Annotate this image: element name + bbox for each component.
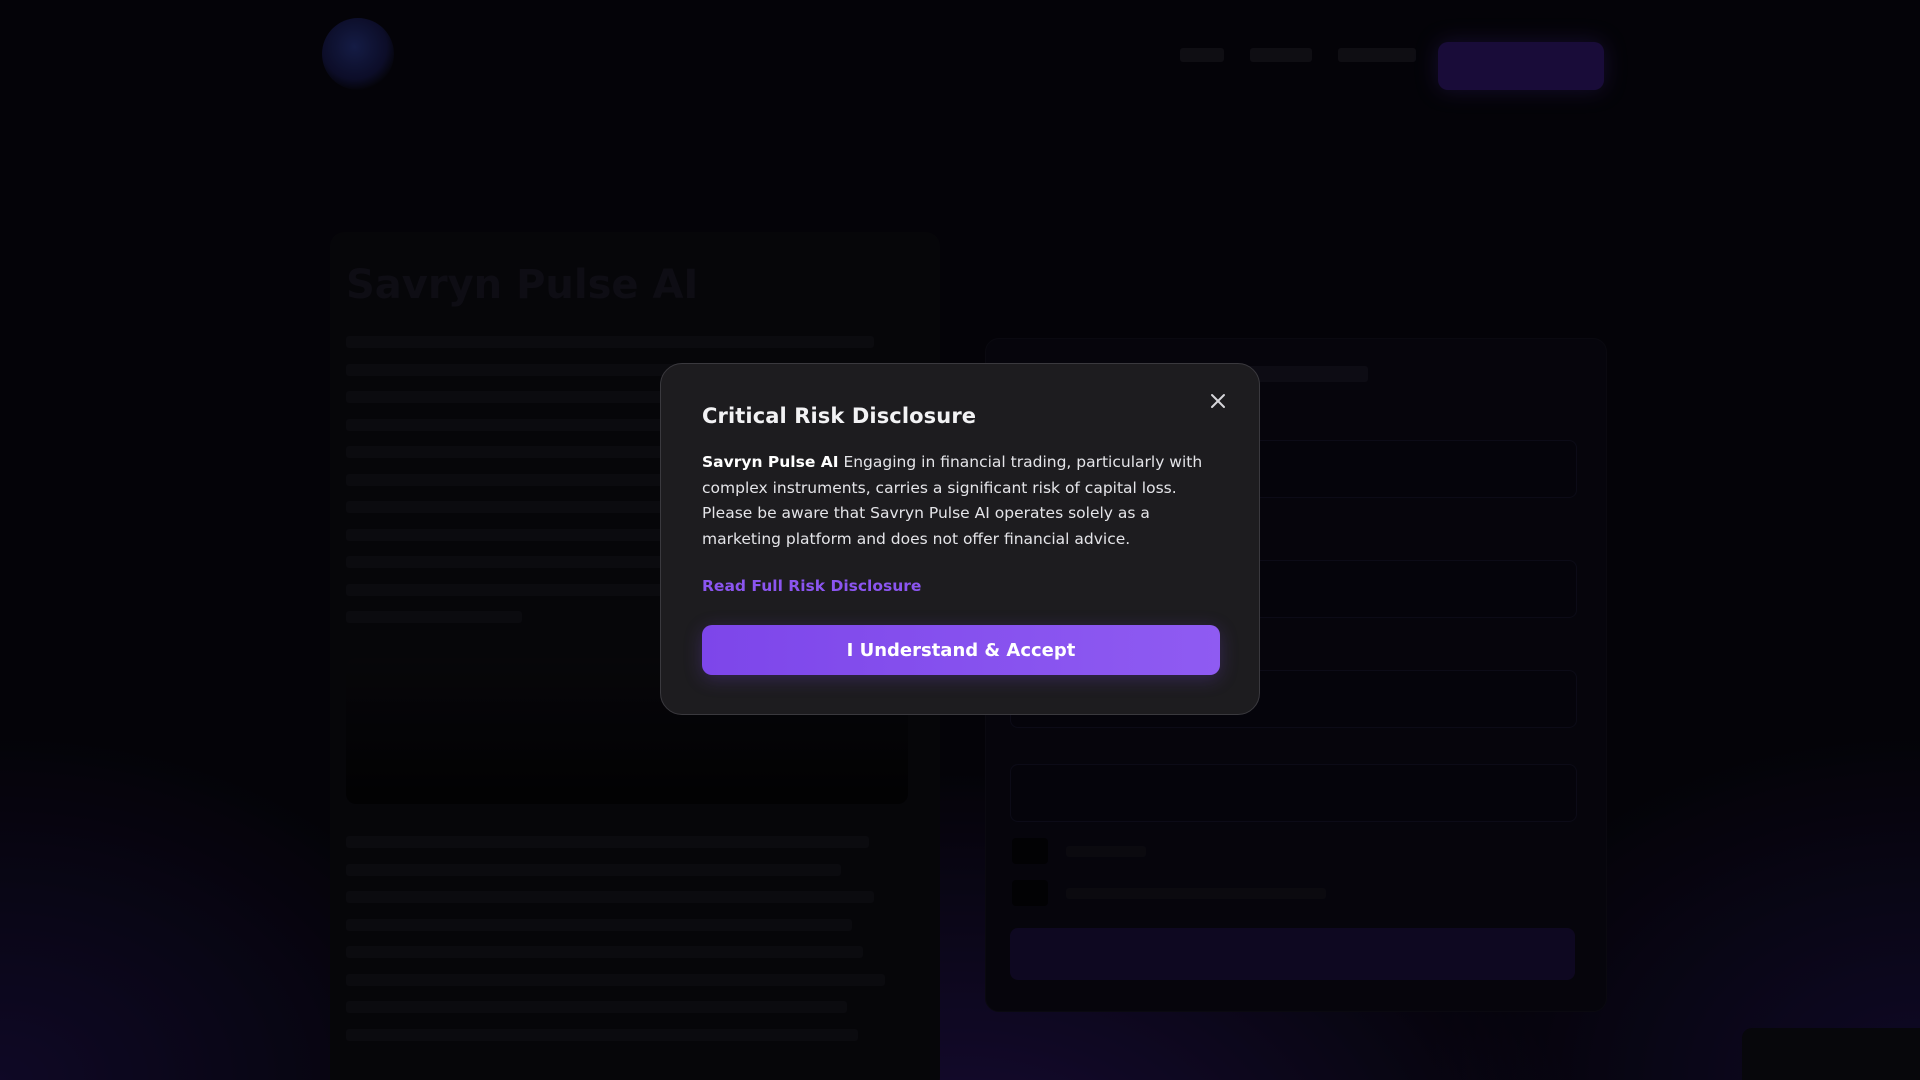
read-full-risk-disclosure-link[interactable]: Read Full Risk Disclosure: [702, 577, 921, 595]
modal-title: Critical Risk Disclosure: [702, 404, 977, 428]
brand-name: Savryn Pulse AI: [702, 453, 839, 471]
accept-button[interactable]: I Understand & Accept: [702, 625, 1220, 675]
risk-disclosure-modal: Critical Risk Disclosure Savryn Pulse AI…: [660, 363, 1260, 715]
close-icon: [1210, 393, 1226, 409]
close-button[interactable]: [1203, 386, 1233, 416]
disclosure-text: Savryn Pulse AI Engaging in financial tr…: [702, 450, 1224, 553]
